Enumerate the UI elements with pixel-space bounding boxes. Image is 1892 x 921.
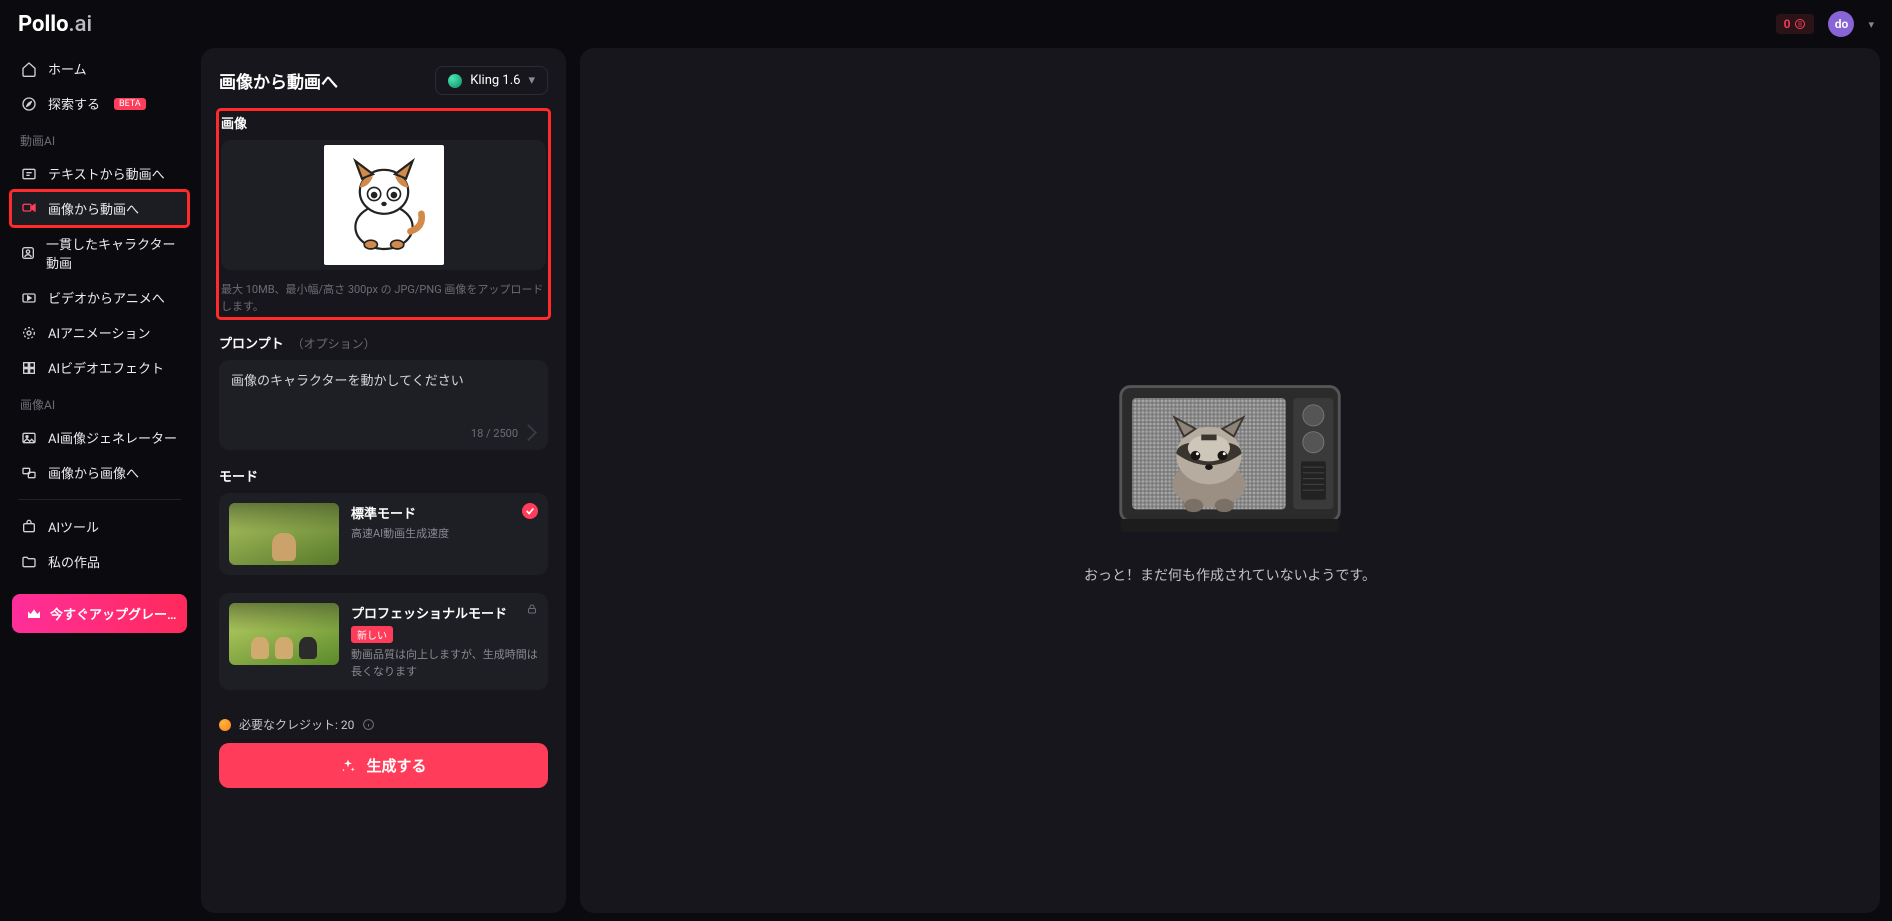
- model-label: Kling 1.6: [470, 73, 520, 88]
- credit-badge[interactable]: 0: [1776, 14, 1815, 34]
- sidebar-separator: [18, 499, 181, 500]
- crown-icon: [26, 606, 42, 622]
- character-icon: [20, 244, 36, 262]
- sidebar-item-label: AIビデオエフェクト: [48, 358, 164, 377]
- prompt-input[interactable]: 画像のキャラクターを動かしてください 18 / 2500: [219, 360, 548, 450]
- new-badge: 新しい: [351, 626, 393, 643]
- mode-section: モード 標準モード 高速AI動画生成速度 プ: [219, 466, 548, 690]
- preview-panel: おっと！まだ何も作成されていないようです。: [580, 48, 1880, 913]
- mode-pro-thumb: [229, 603, 339, 665]
- upgrade-button[interactable]: 今すぐアップグレー…: [12, 594, 187, 633]
- resize-handle-icon[interactable]: [520, 424, 537, 441]
- credit-value: 0: [1784, 17, 1791, 31]
- sidebar-item-image-to-image[interactable]: 画像から画像へ: [12, 456, 187, 489]
- sidebar-item-label: ビデオからアニメへ: [48, 288, 165, 307]
- credit-coin-icon: [219, 719, 231, 731]
- mode-standard[interactable]: 標準モード 高速AI動画生成速度: [219, 493, 548, 575]
- effects-icon: [20, 359, 38, 377]
- logo-text: Pollo: [18, 12, 69, 37]
- sidebar-item-ai-animation[interactable]: AIアニメーション: [12, 316, 187, 349]
- image-section: 画像: [219, 111, 548, 317]
- model-dot: [448, 74, 462, 88]
- sidebar-item-video-to-anime[interactable]: ビデオからアニメへ: [12, 281, 187, 314]
- beta-badge: BETA: [114, 98, 146, 110]
- sidebar-item-label: AIアニメーション: [48, 323, 151, 342]
- sidebar-item-label: 探索する: [48, 94, 100, 113]
- sidebar-item-home[interactable]: ホーム: [12, 52, 187, 85]
- cat-preview-icon: [329, 150, 439, 260]
- mode-standard-thumb: [229, 503, 339, 565]
- home-icon: [20, 60, 38, 78]
- image-to-image-icon: [20, 464, 38, 482]
- mode-pro-title: プロフェッショナルモード: [351, 603, 538, 622]
- sidebar-item-label: 一貫したキャラクター動画: [46, 234, 179, 272]
- tools-icon: [20, 518, 38, 536]
- sparkle-icon: [340, 758, 356, 774]
- upgrade-label: 今すぐアップグレー…: [50, 604, 176, 623]
- prompt-counter: 18 / 2500: [471, 427, 518, 440]
- sidebar-item-ai-tools[interactable]: AIツール: [12, 510, 187, 543]
- chevron-down-icon[interactable]: ▾: [1868, 18, 1874, 31]
- prompt-value: 画像のキャラクターを動かしてください: [231, 370, 536, 427]
- compass-icon: [20, 95, 38, 113]
- text-icon: [20, 165, 38, 183]
- check-icon: [522, 503, 538, 519]
- video-anime-icon: [20, 289, 38, 307]
- sidebar: ホーム 探索する BETA 動画AI テキストから動画へ 画: [12, 48, 187, 913]
- topbar: Pollo.ai 0 do ▾: [0, 0, 1892, 48]
- generate-label: 生成する: [366, 755, 426, 776]
- sidebar-group-video: 動画AI: [12, 122, 187, 155]
- mode-standard-desc: 高速AI動画生成速度: [351, 526, 538, 543]
- logo-suffix: .ai: [69, 12, 93, 37]
- sidebar-item-my-works[interactable]: 私の作品: [12, 545, 187, 578]
- sidebar-item-label: AI画像ジェネレーター: [48, 428, 177, 447]
- settings-panel: 画像から動画へ Kling 1.6 ▾ 画像: [201, 48, 566, 913]
- image-gen-icon: [20, 429, 38, 447]
- sidebar-item-image-to-video[interactable]: 画像から動画へ: [12, 192, 187, 225]
- sidebar-item-text-to-video[interactable]: テキストから動画へ: [12, 157, 187, 190]
- prompt-label: プロンプト: [219, 333, 284, 352]
- sidebar-item-label: AIツール: [48, 517, 99, 536]
- empty-state-text: おっと！まだ何も作成されていないようです。: [1084, 565, 1376, 585]
- avatar-initials: do: [1835, 17, 1849, 31]
- chevron-down-icon: ▾: [528, 73, 535, 88]
- credits-label: 必要なクレジット: 20: [239, 716, 354, 733]
- sidebar-item-label: 画像から動画へ: [48, 199, 139, 218]
- topbar-right: 0 do ▾: [1776, 11, 1874, 37]
- image-to-video-icon: [20, 200, 38, 218]
- animation-icon: [20, 324, 38, 342]
- empty-state-illustration: [1115, 376, 1345, 541]
- sidebar-item-label: 私の作品: [48, 552, 100, 571]
- sidebar-item-explore[interactable]: 探索する BETA: [12, 87, 187, 120]
- generate-button[interactable]: 生成する: [219, 743, 548, 788]
- model-select[interactable]: Kling 1.6 ▾: [435, 66, 548, 95]
- mode-professional[interactable]: プロフェッショナルモード 新しい 動画品質は向上しますが、生成時間は長くなります: [219, 593, 548, 690]
- coin-icon: [1794, 18, 1806, 30]
- sidebar-item-label: ホーム: [48, 59, 87, 78]
- lock-icon: [526, 603, 538, 615]
- avatar[interactable]: do: [1828, 11, 1854, 37]
- mode-label: モード: [219, 466, 548, 485]
- sidebar-item-ai-image-generator[interactable]: AI画像ジェネレーター: [12, 421, 187, 454]
- info-icon[interactable]: [362, 718, 375, 731]
- mode-pro-desc: 動画品質は向上しますが、生成時間は長くなります: [351, 647, 538, 680]
- tv-raccoon-icon: [1115, 376, 1345, 541]
- uploaded-image-thumbnail[interactable]: [324, 145, 444, 265]
- image-upload-area[interactable]: [221, 140, 546, 270]
- image-label: 画像: [221, 113, 546, 132]
- credits-required: 必要なクレジット: 20: [219, 716, 548, 733]
- sidebar-item-ai-video-effects[interactable]: AIビデオエフェクト: [12, 351, 187, 384]
- mode-standard-title: 標準モード: [351, 503, 538, 522]
- folder-icon: [20, 553, 38, 571]
- sidebar-group-image: 画像AI: [12, 386, 187, 419]
- panel-title: 画像から動画へ: [219, 68, 338, 93]
- prompt-section: プロンプト （オプション） 画像のキャラクターを動かしてください 18 / 25…: [219, 333, 548, 450]
- sidebar-item-consistent-character[interactable]: 一貫したキャラクター動画: [12, 227, 187, 279]
- sidebar-item-label: テキストから動画へ: [48, 164, 165, 183]
- sidebar-item-label: 画像から画像へ: [48, 463, 139, 482]
- logo[interactable]: Pollo.ai: [18, 12, 92, 37]
- upload-hint: 最大 10MB、最小幅/高さ 300px の JPG/PNG 画像をアップロード…: [221, 278, 546, 315]
- prompt-optional: （オプション）: [292, 335, 376, 352]
